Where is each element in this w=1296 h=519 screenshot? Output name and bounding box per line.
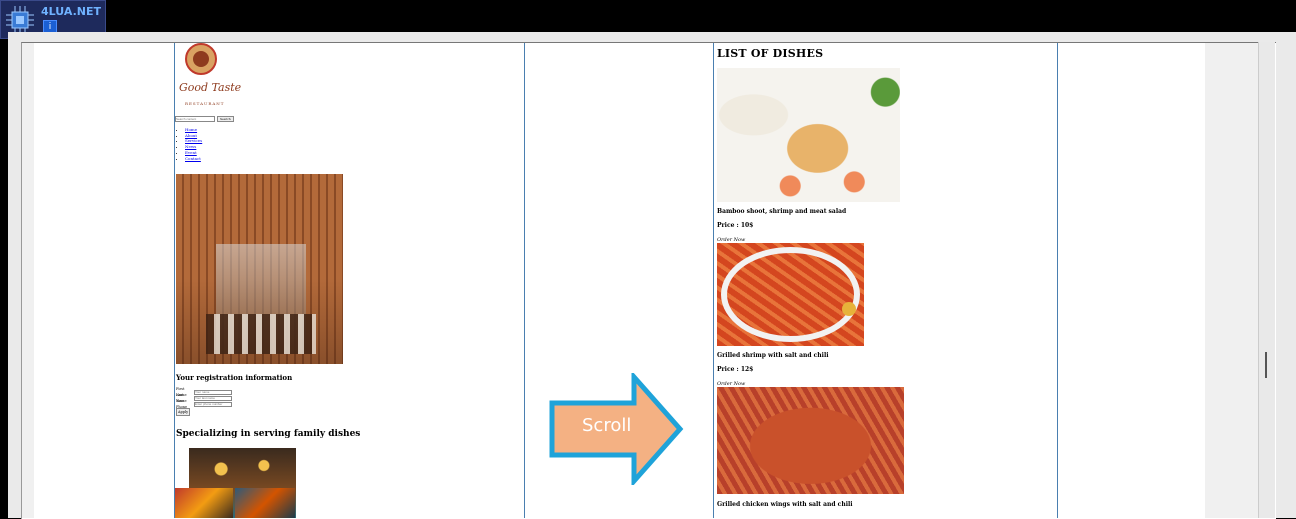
dish-photo-chicken-wings (717, 387, 904, 494)
first-name-field[interactable] (194, 389, 232, 395)
nav-link-event[interactable]: Event (185, 150, 197, 155)
form-row: Your Phone (176, 399, 232, 409)
main-nav: Home About Services News Event Contact (177, 127, 202, 161)
column-divider (524, 43, 525, 518)
top-black-bar (0, 0, 1296, 30)
dish-photo-salad (717, 68, 900, 202)
nav-link-about[interactable]: About (185, 133, 197, 138)
right-margin (1205, 43, 1258, 518)
phone-field[interactable] (194, 401, 232, 407)
dining-photo-small (235, 488, 295, 518)
nav-item: Contact (185, 156, 202, 162)
scrollbar-thumb[interactable] (1265, 352, 1267, 378)
nav-link-news[interactable]: News (185, 144, 196, 149)
search-bar: Search (175, 116, 234, 123)
watermark-brand: 4LUA.NET (41, 5, 101, 18)
vertical-scrollbar[interactable] (1258, 42, 1275, 518)
column-divider (1057, 43, 1058, 518)
dish-name: Grilled shrimp with salt and chili (717, 352, 829, 359)
nav-link-home[interactable]: Home (185, 127, 197, 132)
left-margin (22, 43, 34, 518)
search-button[interactable]: Search (217, 116, 234, 122)
dish-price: Price : 12$ (717, 366, 754, 373)
dining-photo-small (175, 488, 233, 518)
plate-icon (185, 43, 217, 75)
nav-link-services[interactable]: Services (185, 138, 202, 143)
specializing-title: Specializing in serving family dishes (176, 429, 361, 439)
logo-name: Good Taste (179, 81, 242, 94)
restaurant-logo[interactable]: Good Taste RESTAURANT (177, 43, 241, 113)
restaurant-interior-photo (176, 174, 343, 364)
logo-tagline: RESTAURANT (185, 101, 225, 106)
registration-form: First Name Last Name Your Phone Apply (176, 387, 232, 416)
dish-list-column: LIST OF DISHES Bamboo shoot, shrimp and … (715, 43, 1056, 518)
dish-list-title: LIST OF DISHES (717, 47, 824, 60)
dish-name: Bamboo shoot, shrimp and meat salad (717, 208, 847, 215)
apply-button[interactable]: Apply (176, 408, 191, 416)
dish-name: Grilled chicken wings with salt and chil… (717, 501, 853, 508)
search-input[interactable] (175, 116, 215, 122)
last-name-field[interactable] (194, 395, 232, 401)
scroll-arrow-label: Scroll (582, 415, 632, 436)
registration-title: Your registration information (176, 373, 293, 382)
dish-price: Price : 10$ (717, 222, 754, 229)
column-divider (713, 43, 714, 518)
nav-link-contact[interactable]: Contact (185, 156, 201, 161)
restaurant-homepage-column: Good Taste RESTAURANT Search Home About … (175, 43, 523, 518)
dish-photo-grilled-shrimp (717, 243, 864, 346)
